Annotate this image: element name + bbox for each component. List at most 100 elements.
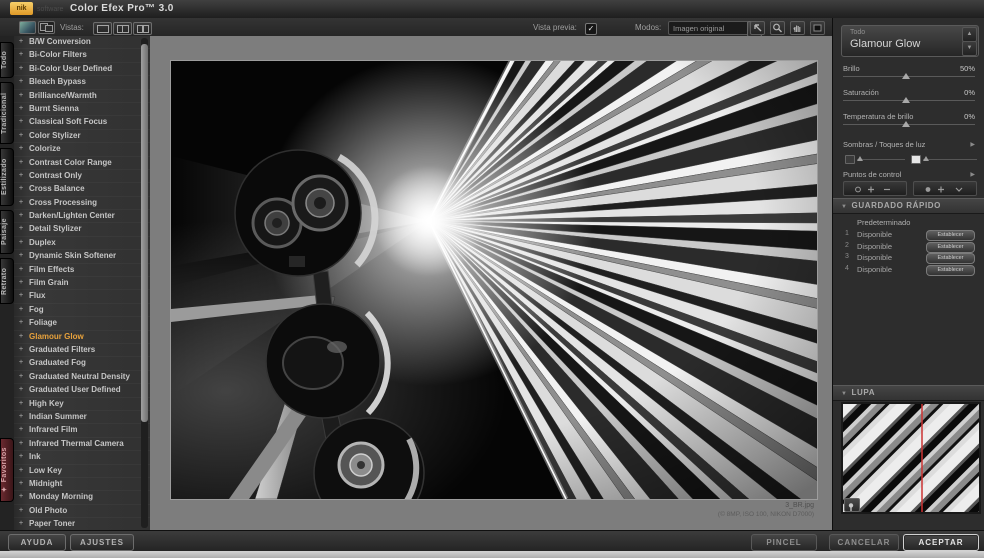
filter-item[interactable]: +Darken/Lighten Center xyxy=(14,210,150,223)
shadows-mini-slider[interactable] xyxy=(845,153,905,165)
shadow-slider-thumb[interactable] xyxy=(857,156,863,161)
pincel-button[interactable]: PINCEL xyxy=(751,534,817,551)
slider-thumb[interactable] xyxy=(902,121,910,127)
tab-todo[interactable]: Todo xyxy=(0,42,14,78)
filter-item[interactable]: +Bi-Color Filters xyxy=(14,49,150,62)
filter-item[interactable]: +Fog xyxy=(14,304,150,317)
filter-item[interactable]: +Low Key xyxy=(14,465,150,478)
establecer-button[interactable]: Establecer xyxy=(926,242,975,253)
filter-item[interactable]: +Infrared Thermal Camera xyxy=(14,438,150,451)
filter-bullet-icon: + xyxy=(19,424,23,436)
tab-paisaje[interactable]: Paisaje xyxy=(0,210,14,254)
tab-favoritos[interactable]: ✦ Favoritos xyxy=(0,438,14,502)
establecer-button[interactable]: Establecer xyxy=(926,230,975,241)
tab-retrato[interactable]: Retrato xyxy=(0,258,14,304)
filter-item[interactable]: +Cross Processing xyxy=(14,197,150,210)
filter-header[interactable]: Todo Glamour Glow ▲ ▼ xyxy=(841,25,979,57)
establecer-button[interactable]: Establecer xyxy=(926,253,975,264)
tab-estilizado[interactable]: Estilizado xyxy=(0,148,14,206)
view-sidebyside-button[interactable] xyxy=(133,22,152,35)
predeterminado-label[interactable]: Predeterminado xyxy=(857,218,910,227)
filter-item[interactable]: +Bleach Bypass xyxy=(14,76,150,89)
slider-thumb[interactable] xyxy=(902,97,910,103)
scrollbar-thumb[interactable] xyxy=(141,44,148,422)
filter-item[interactable]: +Flux xyxy=(14,290,150,303)
filter-item[interactable]: +Film Grain xyxy=(14,277,150,290)
filter-item[interactable]: +Graduated Neutral Density xyxy=(14,371,150,384)
modos-dropdown[interactable]: Imagen original xyxy=(668,21,748,35)
quick-save-slot: 3DisponibleEstablecer xyxy=(845,253,975,264)
filter-bullet-icon: + xyxy=(19,183,23,195)
filter-item[interactable]: +Dynamic Skin Softener xyxy=(14,250,150,263)
disclosure-right-icon[interactable]: ▶ xyxy=(970,141,975,148)
lupa-header[interactable]: ▼LUPA xyxy=(833,385,984,401)
view-single-button[interactable] xyxy=(93,22,112,35)
filter-item[interactable]: +Bi-Color User Defined xyxy=(14,63,150,76)
vista-previa-label: Vista previa: xyxy=(533,23,577,32)
filter-item[interactable]: +Graduated User Defined xyxy=(14,384,150,397)
pan-hand-icon[interactable] xyxy=(790,21,805,35)
filter-bullet-icon: + xyxy=(19,304,23,316)
cancelar-button[interactable]: CANCELAR xyxy=(829,534,899,551)
puntos-section-header[interactable]: Puntos de control▶ xyxy=(843,170,975,179)
filter-item[interactable]: +Foliage xyxy=(14,317,150,330)
slider-thumb[interactable] xyxy=(902,73,910,79)
aceptar-button[interactable]: ACEPTAR xyxy=(903,534,979,551)
nik-logo: nik xyxy=(10,2,33,15)
filter-bullet-icon: + xyxy=(19,478,23,490)
disclosure-down-icon[interactable]: ▼ xyxy=(841,391,848,397)
filter-item[interactable]: +Color Stylizer xyxy=(14,130,150,143)
slider-temperatura-de-brillo[interactable]: Temperatura de brillo0% xyxy=(843,112,975,134)
filter-item[interactable]: +Graduated Fog xyxy=(14,357,150,370)
filter-item[interactable]: +Cross Balance xyxy=(14,183,150,196)
filter-item[interactable]: +Contrast Color Range xyxy=(14,157,150,170)
disclosure-right-icon[interactable]: ▶ xyxy=(970,171,975,178)
filter-item[interactable]: +Infrared Film xyxy=(14,424,150,437)
sombras-section-header[interactable]: Sombras / Toques de luz▶ xyxy=(843,140,975,149)
filter-item[interactable]: +Glamour Glow xyxy=(14,331,150,344)
zoom-tool-icon[interactable] xyxy=(770,21,785,35)
select-arrow-icon[interactable] xyxy=(750,21,765,35)
slider-saturación[interactable]: Saturación0% xyxy=(843,88,975,110)
filter-item[interactable]: +Colorize xyxy=(14,143,150,156)
filter-item[interactable]: +Classical Soft Focus xyxy=(14,116,150,129)
filter-item[interactable]: +Old Photo xyxy=(14,505,150,518)
filter-bullet-icon: + xyxy=(19,438,23,450)
filter-next-button[interactable]: ▼ xyxy=(962,41,977,56)
filter-item[interactable]: +Indian Summer xyxy=(14,411,150,424)
filter-list-scrollbar[interactable] xyxy=(141,38,148,528)
disclosure-down-icon[interactable]: ▼ xyxy=(841,204,848,210)
highlights-mini-slider[interactable] xyxy=(911,153,977,165)
filter-item[interactable]: +Midnight xyxy=(14,478,150,491)
ajustes-button[interactable]: AJUSTES xyxy=(70,534,134,551)
image-browser-icon[interactable] xyxy=(19,21,36,34)
frames-icon[interactable] xyxy=(38,21,55,34)
filter-item[interactable]: +Film Effects xyxy=(14,264,150,277)
nik-logo-wordmark: software xyxy=(37,6,63,13)
view-split-button[interactable] xyxy=(113,22,132,35)
filter-item[interactable]: +Paper Toner xyxy=(14,518,150,530)
tab-tradicional[interactable]: Tradicional xyxy=(0,82,14,144)
filter-item[interactable]: +B/W Conversion xyxy=(14,36,150,49)
background-color-icon[interactable] xyxy=(810,21,825,35)
highlight-slider-thumb[interactable] xyxy=(923,156,929,161)
vista-previa-checkbox[interactable]: ✓ xyxy=(585,23,597,35)
filter-item[interactable]: +Brilliance/Warmth xyxy=(14,90,150,103)
filter-item[interactable]: +Duplex xyxy=(14,237,150,250)
slider-brillo[interactable]: Brillo50% xyxy=(843,64,975,86)
ayuda-button[interactable]: AYUDA xyxy=(8,534,66,551)
guardado-rapido-header[interactable]: ▼GUARDADO RÁPIDO xyxy=(833,198,984,214)
filter-item[interactable]: +Graduated Filters xyxy=(14,344,150,357)
control-point-options-button[interactable] xyxy=(913,181,977,196)
add-control-point-button[interactable] xyxy=(843,181,907,196)
filter-item[interactable]: +Detail Stylizer xyxy=(14,223,150,236)
establecer-button[interactable]: Establecer xyxy=(926,265,975,276)
filter-prev-button[interactable]: ▲ xyxy=(962,27,977,42)
filter-item[interactable]: +Burnt Sienna xyxy=(14,103,150,116)
filter-item[interactable]: +High Key xyxy=(14,398,150,411)
filter-item[interactable]: +Monday Morning xyxy=(14,491,150,504)
preview-photo xyxy=(170,60,818,500)
filter-item[interactable]: +Contrast Only xyxy=(14,170,150,183)
filter-item[interactable]: +Ink xyxy=(14,451,150,464)
loupe-pin-button[interactable] xyxy=(844,498,860,512)
